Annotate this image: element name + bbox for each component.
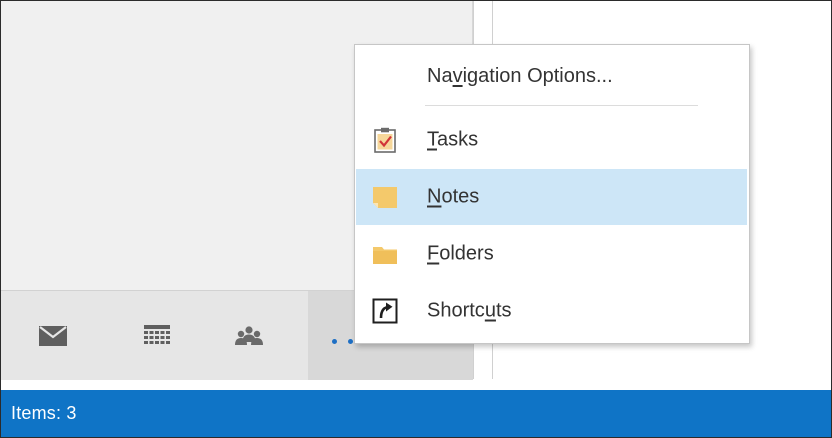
menu-item-label: Notes bbox=[427, 185, 480, 208]
folder-icon bbox=[373, 247, 397, 264]
sticky-note-icon bbox=[373, 187, 397, 208]
status-bar: Items: 3 bbox=[1, 390, 831, 437]
navigation-options-menu: Navigation Options... Tasks Notes Folder… bbox=[354, 44, 750, 344]
nav-mail-button[interactable] bbox=[23, 291, 83, 380]
nav-people-button[interactable] bbox=[219, 291, 279, 380]
calendar-icon bbox=[144, 324, 170, 344]
menu-item-notes[interactable]: Notes bbox=[356, 169, 747, 225]
mail-icon bbox=[39, 325, 67, 346]
menu-item-folders[interactable]: Folders bbox=[356, 226, 747, 282]
nav-calendar-button[interactable] bbox=[127, 291, 187, 380]
people-icon bbox=[235, 325, 263, 345]
shortcut-arrow-icon bbox=[372, 298, 398, 324]
items-count: Items: 3 bbox=[11, 403, 77, 423]
menu-item-tasks[interactable]: Tasks bbox=[356, 112, 747, 168]
menu-item-label: Tasks bbox=[427, 128, 479, 151]
menu-item-label: Shortcuts bbox=[427, 299, 512, 322]
navigation-options-item[interactable]: Navigation Options... bbox=[427, 65, 613, 88]
menu-separator bbox=[425, 105, 698, 106]
menu-item-label: Folders bbox=[427, 242, 494, 265]
menu-item-shortcuts[interactable]: Shortcuts bbox=[356, 283, 747, 339]
tasks-clipboard-icon bbox=[374, 127, 396, 153]
